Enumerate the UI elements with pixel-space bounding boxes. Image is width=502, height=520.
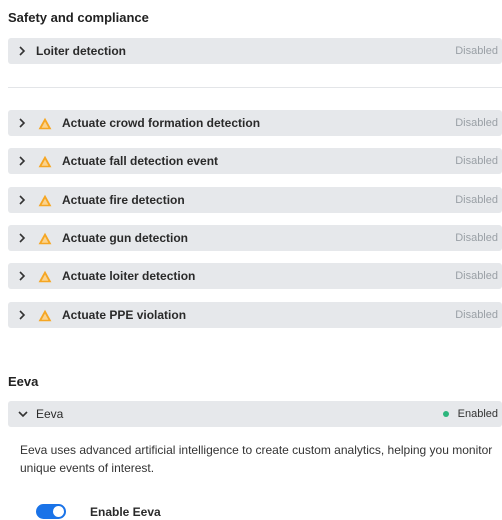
warning-triangle-icon (38, 232, 52, 245)
actuate-fire-detection-row[interactable]: Actuate fire detection Disabled (8, 187, 502, 213)
section-divider (8, 87, 502, 88)
actuate-loiter-detection-status: Disabled (455, 270, 498, 282)
warning-triangle-icon (38, 117, 52, 130)
actuate-fall-detection-status: Disabled (455, 155, 498, 167)
chevron-right-icon (18, 271, 28, 281)
warning-triangle-icon (38, 194, 52, 207)
toggle-knob (53, 506, 64, 517)
eeva-status-text: Enabled (457, 408, 498, 420)
actuate-crowd-formation-label: Actuate crowd formation detection (62, 116, 261, 130)
warning-triangle-icon (38, 309, 52, 322)
actuate-fall-detection-label: Actuate fall detection event (62, 154, 219, 168)
actuate-loiter-detection-row[interactable]: Actuate loiter detection Disabled (8, 263, 502, 289)
eeva-description: Eeva uses advanced artificial intelligen… (20, 443, 493, 475)
actuate-fire-detection-label: Actuate fire detection (62, 193, 185, 207)
loiter-detection-row[interactable]: Loiter detection Disabled (8, 38, 502, 64)
safety-section-title: Safety and compliance (8, 10, 149, 25)
actuate-gun-detection-row[interactable]: Actuate gun detection Disabled (8, 225, 502, 251)
actuate-ppe-violation-row[interactable]: Actuate PPE violation Disabled (8, 302, 502, 328)
actuate-ppe-violation-label: Actuate PPE violation (62, 308, 187, 322)
loiter-detection-status: Disabled (455, 45, 498, 57)
chevron-right-icon (18, 233, 28, 243)
eeva-panel-header[interactable]: Eeva Enabled (8, 401, 502, 427)
status-dot (442, 411, 449, 417)
chevron-down-icon (18, 410, 28, 418)
warning-triangle-icon (38, 155, 52, 168)
enable-eeva-toggle[interactable] (36, 504, 66, 519)
warning-triangle-icon (38, 270, 52, 283)
actuate-fire-detection-status: Disabled (455, 194, 498, 206)
eeva-panel-label: Eeva (36, 407, 64, 421)
actuate-crowd-formation-row[interactable]: Actuate crowd formation detection Disabl… (8, 110, 502, 136)
actuate-gun-detection-label: Actuate gun detection (62, 231, 189, 245)
actuate-gun-detection-status: Disabled (455, 232, 498, 244)
eeva-status-badge: Enabled (442, 408, 498, 420)
eeva-section-title: Eeva (8, 374, 39, 389)
actuate-crowd-formation-status: Disabled (455, 117, 498, 129)
actuate-loiter-detection-label: Actuate loiter detection (62, 269, 196, 283)
chevron-right-icon (18, 46, 28, 56)
chevron-right-icon (18, 156, 28, 166)
chevron-right-icon (18, 195, 28, 205)
loiter-detection-label: Loiter detection (36, 44, 127, 58)
enable-eeva-label: Enable Eeva (90, 505, 161, 519)
actuate-ppe-violation-status: Disabled (455, 309, 498, 321)
actuate-fall-detection-row[interactable]: Actuate fall detection event Disabled (8, 148, 502, 174)
chevron-right-icon (18, 118, 28, 128)
chevron-right-icon (18, 310, 28, 320)
